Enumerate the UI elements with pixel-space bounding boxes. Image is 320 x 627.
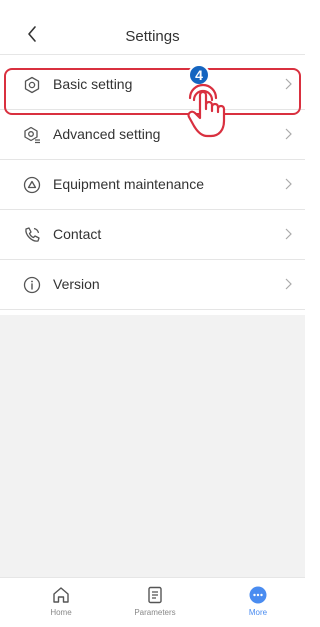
- menu-item-version[interactable]: Version: [0, 260, 305, 310]
- page-title: Settings: [125, 28, 180, 45]
- tab-home[interactable]: Home: [21, 578, 101, 627]
- chevron-right-icon: [285, 228, 292, 240]
- tab-label: Home: [50, 608, 72, 617]
- chevron-right-icon: [285, 128, 292, 140]
- maintenance-icon: [23, 176, 41, 194]
- info-icon: [23, 276, 41, 294]
- empty-content-area: [0, 315, 305, 577]
- settings-list: Basic setting Advanced setting Equipment…: [0, 60, 305, 310]
- chevron-right-icon: [285, 278, 292, 290]
- menu-item-label: Version: [53, 276, 100, 292]
- menu-item-label: Advanced setting: [53, 126, 161, 142]
- menu-item-basic-setting[interactable]: Basic setting: [0, 60, 305, 110]
- document-icon: [148, 586, 162, 604]
- bottom-tab-bar: Home Parameters More: [0, 577, 305, 627]
- chevron-right-icon: [285, 178, 292, 190]
- more-icon: [249, 586, 267, 604]
- gear-icon: [24, 76, 40, 94]
- chevron-right-icon: [285, 78, 292, 90]
- menu-item-advanced-setting[interactable]: Advanced setting: [0, 110, 305, 160]
- tap-hand-pointer-icon: [187, 83, 226, 138]
- menu-item-label: Equipment maintenance: [53, 176, 204, 192]
- tab-label: Parameters: [134, 608, 176, 617]
- header-bar: Settings: [0, 0, 305, 55]
- menu-item-label: Contact: [53, 226, 102, 242]
- menu-item-equipment-maintenance[interactable]: Equipment maintenance: [0, 160, 305, 210]
- tab-label: More: [248, 608, 268, 617]
- tab-parameters[interactable]: Parameters: [115, 578, 195, 627]
- home-icon: [53, 587, 69, 603]
- tab-more[interactable]: More: [218, 578, 298, 627]
- advanced-gear-icon: [24, 126, 40, 144]
- phone-icon: [25, 227, 40, 242]
- menu-item-label: Basic setting: [53, 76, 133, 92]
- menu-item-contact[interactable]: Contact: [0, 210, 305, 260]
